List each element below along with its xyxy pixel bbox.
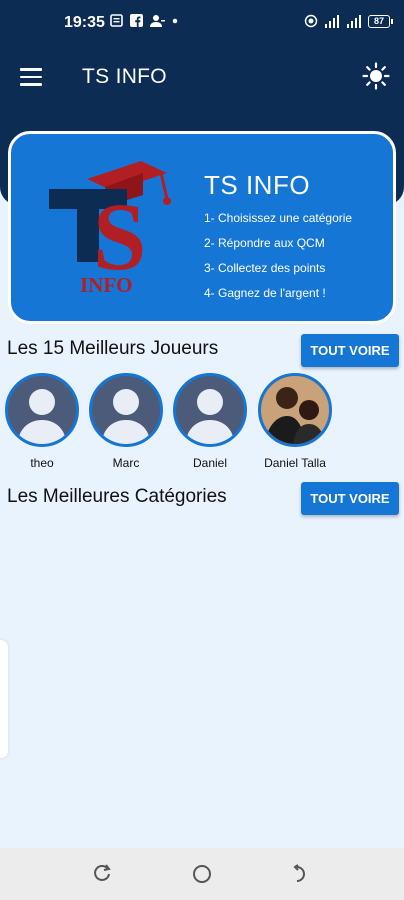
top-players-title: Les 15 Meilleurs Joueurs — [7, 338, 219, 359]
logo-text: INFO — [80, 273, 133, 294]
app-title: TS INFO — [82, 65, 167, 88]
player-name: Daniel — [192, 456, 228, 470]
facebook-icon — [130, 14, 143, 27]
banner-step: 2- Répondre aux QCM — [204, 236, 325, 250]
player-item[interactable]: Daniel — [173, 373, 247, 470]
dot-icon — [172, 18, 178, 23]
contacts-icon — [150, 15, 165, 27]
status-time: 19:35 — [64, 14, 105, 31]
sun-icon[interactable] — [362, 62, 390, 90]
player-item[interactable]: Marc — [89, 373, 163, 470]
gallery-icon — [110, 14, 123, 27]
home-icon[interactable] — [191, 863, 213, 885]
banner-step: 1- Choisissez une catégorie — [204, 211, 353, 225]
signal-icon — [325, 14, 339, 28]
navigation-bar — [0, 848, 404, 900]
player-photo-avatar — [258, 373, 332, 447]
categories-title: Les Meilleures Catégories — [7, 486, 227, 507]
player-name: theo — [30, 456, 54, 470]
player-item[interactable]: theo — [5, 373, 79, 470]
banner-steps: 1- Choisissez une catégorie 2- Répondre … — [204, 211, 352, 311]
banner-step: 4- Gagnez de l'argent ! — [204, 286, 326, 300]
default-avatar-icon — [5, 373, 79, 447]
recent-apps-icon[interactable] — [92, 863, 114, 885]
see-all-players-button[interactable]: TOUT VOIRE — [301, 334, 399, 367]
app-bar: TS INFO — [0, 56, 404, 98]
signal-icon-2 — [347, 14, 361, 28]
back-icon[interactable] — [290, 863, 312, 885]
hotspot-icon — [304, 14, 318, 28]
default-avatar-icon — [173, 373, 247, 447]
player-item[interactable]: Daniel Talla — [258, 373, 332, 470]
player-name: Daniel Talla — [264, 456, 326, 470]
player-name: Marc — [112, 456, 140, 470]
ts-info-logo: S INFO — [49, 161, 171, 294]
info-banner: S INFO TS INFO 1- Choisissez une catégor… — [8, 131, 396, 324]
side-drawer-handle[interactable] — [0, 640, 8, 758]
default-avatar-icon — [89, 373, 163, 447]
see-all-categories-button[interactable]: TOUT VOIRE — [301, 482, 399, 515]
status-bar: 19:35 87 — [0, 0, 404, 46]
battery-icon: 87 — [368, 14, 393, 28]
banner-step: 3- Collectez des points — [204, 261, 326, 275]
hamburger-menu-icon[interactable] — [20, 68, 42, 86]
banner-title: TS INFO — [204, 170, 311, 200]
